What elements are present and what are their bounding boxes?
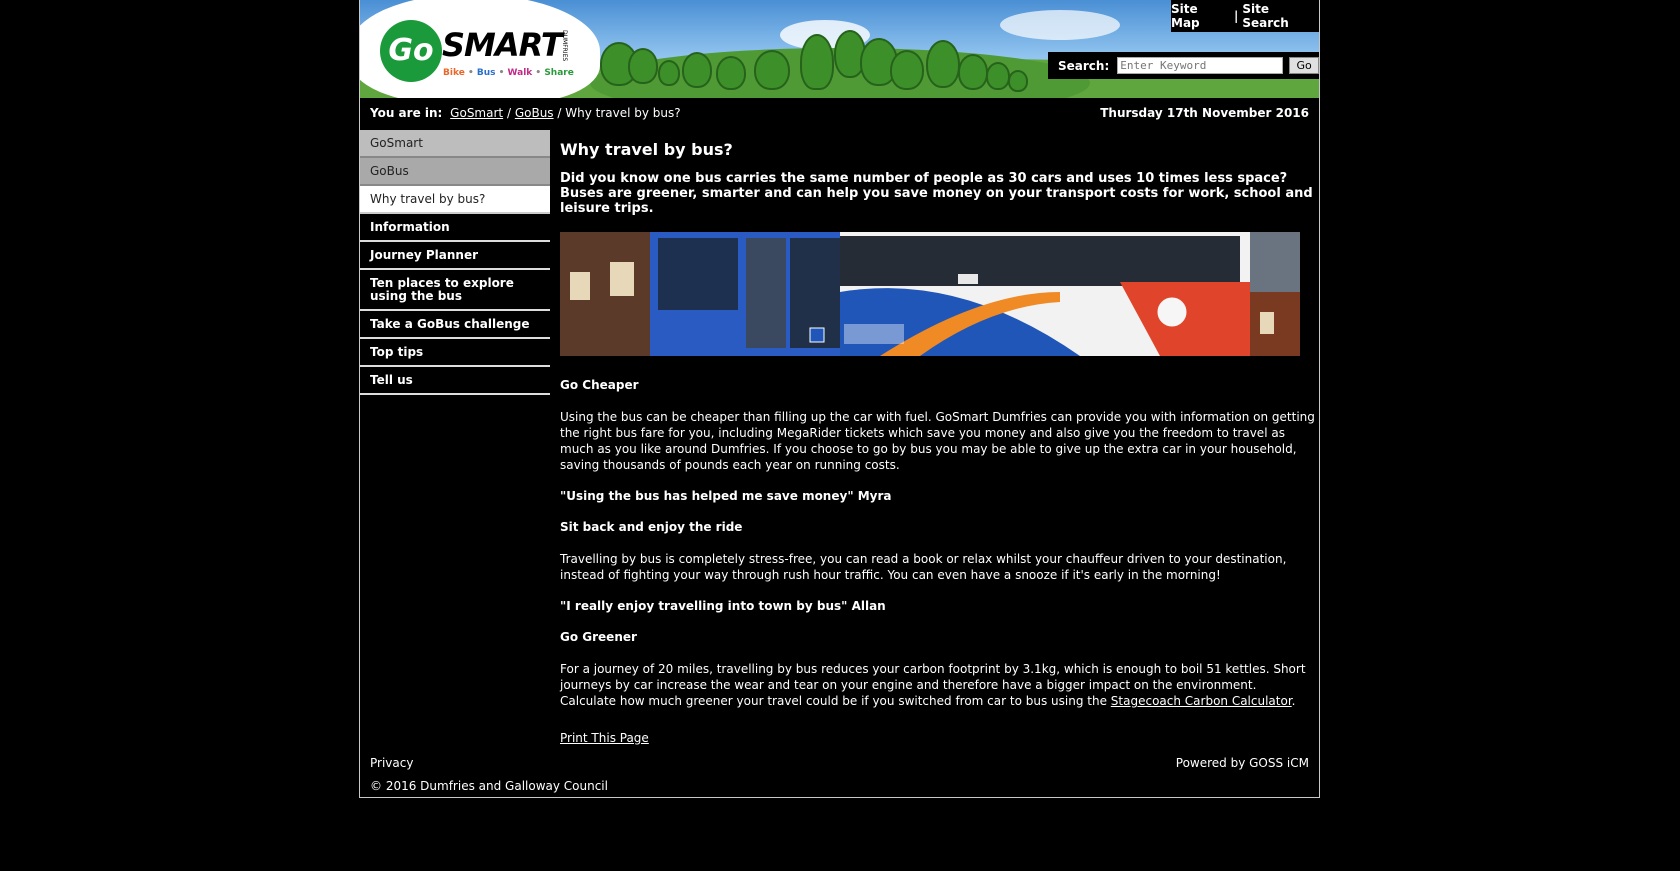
top-links: Site Map | Site Search [1171,0,1319,32]
sidebar-item-gobus[interactable]: GoBus [360,158,550,186]
tagline-bus: Bus [476,68,496,78]
section-paragraph: Travelling by bus is completely stress-f… [560,552,1287,582]
site-footer: Privacy Powered by GOSS iCM © 2016 Dumfr… [360,752,1319,798]
tree-graphic [986,62,1010,90]
site-header: Go SMART DUMFRIES Bike • Bus • Walk • Sh… [360,0,1319,98]
copyright-text: © 2016 Dumfries and Galloway Council [370,779,608,793]
carbon-calculator-link[interactable]: Stagecoach Carbon Calculator [1111,694,1292,708]
sidebar-item-ten-places[interactable]: Ten places to explore using the bus [360,270,550,311]
tagline-dot: • [535,68,542,78]
site-map-link[interactable]: Site Map [1171,2,1230,30]
sidebar-item-tell-us[interactable]: Tell us [360,367,550,395]
section-heading: Sit back and enjoy the ride [560,520,743,534]
section-heading: Go Greener [560,630,637,644]
section-paragraph: For a journey of 20 miles, travelling by… [560,661,1316,709]
sidebar-nav: GoSmart GoBus Why travel by bus? Informa… [360,130,550,395]
tagline-walk: Walk [507,68,533,78]
cloud-graphic [1000,10,1120,40]
tree-graphic [926,40,960,88]
tree-graphic [800,34,834,90]
main-content: Why travel by bus? Did you know one bus … [560,130,1316,745]
tagline-dot: • [498,68,505,78]
tree-graphic [682,52,712,88]
section-paragraph: Using the bus can be cheaper than fillin… [560,410,1315,472]
site-search-link[interactable]: Site Search [1242,2,1319,30]
current-date: Thursday 17th November 2016 [1100,106,1309,120]
breadcrumb-bar: You are in: GoSmart / GoBus / Why travel… [360,98,1319,128]
quote-heading: "I really enjoy travelling into town by … [560,599,886,613]
link-separator: | [1233,9,1239,23]
greener-end: . [1291,694,1296,708]
breadcrumb-gosmart[interactable]: GoSmart [450,106,503,120]
page-container: Go SMART DUMFRIES Bike • Bus • Walk • Sh… [359,0,1320,798]
breadcrumb-prefix: You are in: [370,106,443,120]
intro-text: Did you know one bus carries the same nu… [560,171,1313,216]
search-box: Search: Go [1048,52,1319,79]
bus-illustration [560,232,1300,356]
sidebar-item-why-travel-by-bus[interactable]: Why travel by bus? [360,186,550,214]
logo-tagline: Bike • Bus • Walk • Share [443,68,574,78]
logo-wordmark[interactable]: SMART [442,26,563,64]
breadcrumb-gobus[interactable]: GoBus [515,106,554,120]
sidebar-item-journey-planner[interactable]: Journey Planner [360,242,550,270]
logo-location: DUMFRIES [561,30,568,62]
breadcrumb-separator: / [506,106,511,120]
quote-heading: "Using the bus has helped me save money"… [560,489,892,503]
section-heading: Go Cheaper [560,378,639,392]
breadcrumb-current: Why travel by bus? [565,106,681,120]
page-title: Why travel by bus? [560,140,733,159]
tagline-dot: • [467,68,474,78]
privacy-link[interactable]: Privacy [370,756,413,770]
sidebar-item-gobus-challenge[interactable]: Take a GoBus challenge [360,311,550,339]
bus-photo [560,232,1300,356]
print-page-link[interactable]: Print This Page [560,731,649,745]
breadcrumb-separator: / [557,106,562,120]
sidebar-item-gosmart[interactable]: GoSmart [360,130,550,158]
search-input[interactable] [1117,57,1284,74]
tree-graphic [754,50,790,90]
tagline-share: Share [544,68,574,78]
tree-graphic [1008,70,1028,92]
breadcrumb: You are in: GoSmart / GoBus / Why travel… [370,106,681,120]
sidebar-item-information[interactable]: Information [360,214,550,242]
search-label: Search: [1058,58,1110,73]
sidebar-item-top-tips[interactable]: Top tips [360,339,550,367]
search-go-button[interactable]: Go [1289,57,1319,74]
tree-graphic [716,56,746,90]
tagline-bike: Bike [443,68,465,78]
go-logo-icon[interactable]: Go [380,20,442,82]
tree-graphic [890,50,924,90]
tree-graphic [628,48,658,84]
tree-graphic [658,60,680,86]
powered-by: Powered by GOSS iCM [1175,756,1309,770]
print-container: Print This Page [560,731,1316,745]
tree-graphic [958,54,988,90]
